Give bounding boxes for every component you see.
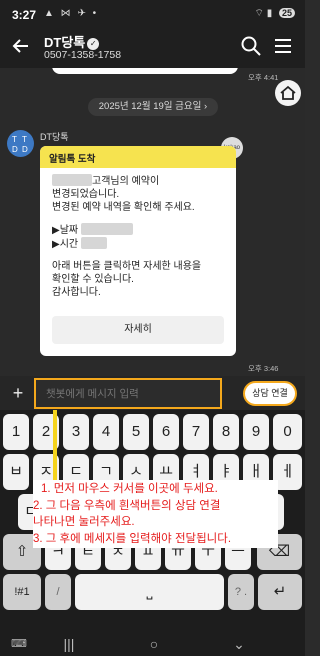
key-9[interactable]: 9 — [243, 414, 269, 450]
key-5[interactable]: 5 — [123, 414, 149, 450]
key-8[interactable]: 8 — [213, 414, 239, 450]
card-date-label: ▶날짜 — [52, 225, 79, 236]
search-icon[interactable] — [240, 35, 262, 57]
chat-title-text: DT당톡 — [44, 35, 86, 50]
battery-indicator: 25 — [278, 8, 295, 18]
sender-avatar[interactable]: TTDD — [7, 130, 34, 157]
wifi-icon: ⌔ — [254, 8, 264, 19]
card-time: 오후 3:46 — [248, 364, 279, 373]
svg-text:T: T — [22, 135, 27, 144]
svg-text:D: D — [12, 145, 18, 154]
home-nav-icon[interactable]: ○ — [143, 634, 165, 654]
menu-icon[interactable] — [272, 35, 294, 57]
consult-connect-button[interactable]: 상담 연결 — [243, 381, 297, 406]
key-7[interactable]: 7 — [183, 414, 209, 450]
redacted-name — [52, 174, 92, 186]
back-nav-icon[interactable]: ⌄ — [228, 634, 250, 654]
sender-name: DT당톡 — [40, 132, 69, 142]
input-bar: + 상담 연결 — [0, 376, 305, 410]
key-1[interactable]: 1 — [3, 414, 29, 450]
detail-button[interactable]: 자세히 — [52, 316, 224, 344]
card-header: 알림톡 도착 — [40, 146, 236, 168]
card-time-label: ▶시간 — [52, 239, 79, 250]
previous-message-time: 오후 4:41 — [248, 73, 279, 82]
card-line-3: 변경된 예약 내역을 확인해 주세요. — [52, 202, 195, 213]
keyboard-hide-icon[interactable]: ⌨ — [8, 634, 30, 654]
key-0[interactable]: 0 — [273, 414, 302, 450]
system-nav-bar: ⌨ ||| ○ ⌄ — [0, 632, 305, 656]
notification-icons: ▲ ⋈ ✈ • — [44, 8, 99, 19]
previous-message-bubble — [52, 68, 238, 74]
key-4[interactable]: 4 — [93, 414, 119, 450]
enter-key[interactable]: ↵ — [258, 574, 302, 610]
chat-phone: 0507-1358-1758 — [44, 49, 122, 61]
chat-area[interactable]: 오후 4:41 2025년 12월 19일 금요일 › TTDD DT당톡 ka… — [0, 68, 305, 376]
date-divider-label: 2025년 12월 19일 금요일 — [98, 101, 202, 112]
message-input[interactable] — [34, 378, 222, 409]
key-bieup[interactable]: ㅂ — [3, 454, 29, 490]
instruction-2: 2. 그 다음 우측에 흰색버튼의 상담 연결 — [33, 500, 221, 512]
svg-text:D: D — [22, 145, 28, 154]
card-line-1: 고객님의 예약이 — [92, 176, 160, 187]
alimtalk-card: 알림톡 도착 고객님의 예약이 변경되었습니다. 변경된 예약 내역을 확인해 … — [40, 146, 236, 356]
comma-key[interactable]: / — [45, 574, 71, 610]
redacted-date — [80, 223, 133, 235]
home-icon[interactable] — [275, 80, 301, 106]
card-body: 고객님의 예약이 변경되었습니다. 변경된 예약 내역을 확인해 주세요. ▶날… — [40, 168, 236, 299]
card-line-7: 확인할 수 있습니다. — [52, 274, 134, 285]
recents-icon[interactable]: ||| — [58, 634, 80, 654]
arrow-left-icon[interactable] — [10, 34, 32, 58]
status-bar: 3:27 ▲ ⋈ ✈ • ⌔ ▮ 25 — [0, 0, 305, 28]
redacted-time — [80, 237, 107, 249]
system-icons: ⌔ ▮ 25 — [254, 7, 295, 20]
instruction-4: 3. 그 후에 메세지를 입력해야 전달됩니다. — [33, 533, 232, 545]
pointer-arrow — [53, 410, 57, 485]
symbols-key[interactable]: !#1 — [3, 574, 41, 610]
card-line-2: 변경되었습니다. — [52, 189, 120, 200]
card-line-8: 감사합니다. — [52, 287, 101, 298]
signal-icon: ▮ — [266, 8, 273, 19]
key-3[interactable]: 3 — [63, 414, 89, 450]
chat-header: DT당톡 ✓ 0507-1358-1758 — [0, 28, 305, 68]
card-line-6: 아래 버튼을 클릭하면 자세한 내용을 — [52, 261, 202, 272]
space-key[interactable]: ⎵ — [75, 574, 224, 610]
instruction-overlay: 1. 먼저 마우스 커서를 이곳에 두세요. 2. 그 다음 우측에 흰색버튼의… — [33, 480, 278, 548]
key-6[interactable]: 6 — [153, 414, 179, 450]
plus-icon[interactable]: + — [6, 382, 30, 406]
instruction-3: 나타나면 눌러주세요. — [33, 516, 135, 528]
svg-text:T: T — [12, 135, 17, 144]
status-time: 3:27 — [12, 8, 37, 22]
period-key[interactable]: ? . — [228, 574, 254, 610]
instruction-1: 1. 먼저 마우스 커서를 이곳에 두세요. — [41, 483, 218, 495]
date-divider[interactable]: 2025년 12월 19일 금요일 › — [88, 98, 218, 116]
